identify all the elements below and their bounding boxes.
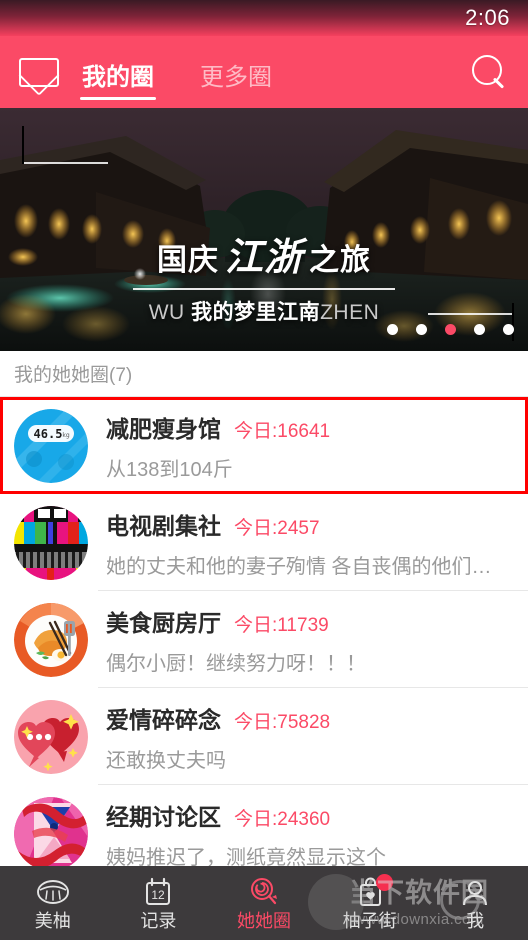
bottom-navigation: 美柚 12 记录 她她圈 柚子街 我 当下软件园 www.downxia.com [0,866,528,940]
envelope-icon [19,57,59,87]
list-item-subtitle: 还敢换丈夫吗 [106,749,226,772]
banner-dot-active[interactable] [445,324,456,335]
person-icon [458,877,492,907]
nav-item-tatajuan[interactable]: 她她圈 [211,866,317,940]
list-item-title: 减肥瘦身馆 [106,415,221,442]
status-bar: 2:06 [0,0,528,36]
weight-scale-icon: 46.5 kg [14,408,88,483]
svg-text:12: 12 [152,888,166,902]
calendar-icon: 12 [141,877,175,907]
banner-page-indicator [387,324,514,335]
list-item[interactable]: 电视剧集社 今日:2457 她的丈夫和他的妻子殉情 各自丧偶的他们… [0,494,528,591]
tab-more-circles[interactable]: 更多圈 [196,66,276,102]
list-item[interactable]: 46.5 kg 减肥瘦身馆 今日:16641 从138到104斤 [0,397,528,494]
avatar [14,505,88,580]
nav-item-youzijie[interactable]: 柚子街 [317,866,423,940]
list-item-count: 今日:24360 [234,808,331,830]
nav-item-me[interactable]: 我 [422,866,528,940]
nav-label: 我 [466,910,485,931]
circle-list: 46.5 kg 减肥瘦身馆 今日:16641 从138到104斤 电视剧集社 今… [0,397,528,882]
avatar [14,602,88,677]
list-item-count: 今日:75828 [234,711,331,733]
list-item-title: 爱情碎碎念 [106,706,221,733]
list-item[interactable]: 爱情碎碎念 今日:75828 还敢换丈夫吗 [0,688,528,785]
mail-button[interactable] [0,36,78,108]
list-item-subtitle: 偶尔小厨！继续努力呀！！！ [106,652,366,675]
avatar [14,699,88,774]
list-item-title: 经期讨论区 [106,803,221,830]
tab-my-circles[interactable]: 我的圈 [78,66,158,102]
tv-test-pattern-icon [14,505,88,580]
section-title: 我的她她圈(7) [0,351,528,397]
avatar [14,796,88,871]
banner-dot[interactable] [416,324,427,335]
banner-dot[interactable] [503,324,514,335]
list-item-subtitle: 她的丈夫和他的妻子殉情 各自丧偶的他们… [106,555,492,578]
list-item-count: 今日:16641 [234,420,331,442]
list-item-body: 爱情碎碎念 今日:75828 还敢换丈夫吗 [106,701,528,773]
nav-label: 柚子街 [342,910,397,931]
list-item-body: 经期讨论区 今日:24360 姨妈推迟了，测纸竟然显示这个 [106,798,528,870]
promo-banner[interactable]: 国庆 江浙 之旅 WU 我的梦里江南ZHEN [0,108,528,351]
search-button[interactable] [450,36,528,108]
search-icon [472,55,506,89]
list-item-title: 电视剧集社 [106,512,221,539]
app-screen: 2:06 我的圈 更多圈 国庆 江浙 之旅 WU 我的梦里江南ZHEN 我的她她… [0,0,528,940]
banner-image [0,108,528,351]
svg-text:46.5: 46.5 [34,427,63,441]
top-tabs: 我的圈 更多圈 [78,36,276,108]
status-bar-clock: 2:06 [465,5,510,30]
list-item-count: 今日:11739 [234,614,329,636]
nav-label: 美柚 [34,910,71,931]
pomelo-slice-icon [36,877,70,907]
nav-item-meiyou[interactable]: 美柚 [0,866,106,940]
banner-dot[interactable] [474,324,485,335]
list-item-title: 美食厨房厅 [106,609,221,636]
avatar: 46.5 kg [14,408,88,483]
notification-badge [375,874,393,891]
nav-item-record[interactable]: 12 记录 [106,866,212,940]
list-item-subtitle: 从138到104斤 [106,458,233,481]
list-item-count: 今日:2457 [234,517,320,539]
banner-dot[interactable] [387,324,398,335]
app-bar: 我的圈 更多圈 [0,36,528,108]
lollipop-icon [247,877,281,907]
list-item-body: 减肥瘦身馆 今日:16641 从138到104斤 [106,410,528,482]
svg-text:kg: kg [62,432,69,439]
list-item-body: 电视剧集社 今日:2457 她的丈夫和他的妻子殉情 各自丧偶的他们… [106,507,528,579]
heart-chat-icon [14,699,88,774]
nav-label: 记录 [140,910,177,931]
list-item[interactable]: 美食厨房厅 今日:11739 偶尔小厨！继续努力呀！！！ [0,591,528,688]
hourglass-icon [14,796,88,871]
food-plate-icon [14,602,88,677]
nav-label: 她她圈 [236,910,291,931]
list-item-body: 美食厨房厅 今日:11739 偶尔小厨！继续努力呀！！！ [106,604,528,676]
